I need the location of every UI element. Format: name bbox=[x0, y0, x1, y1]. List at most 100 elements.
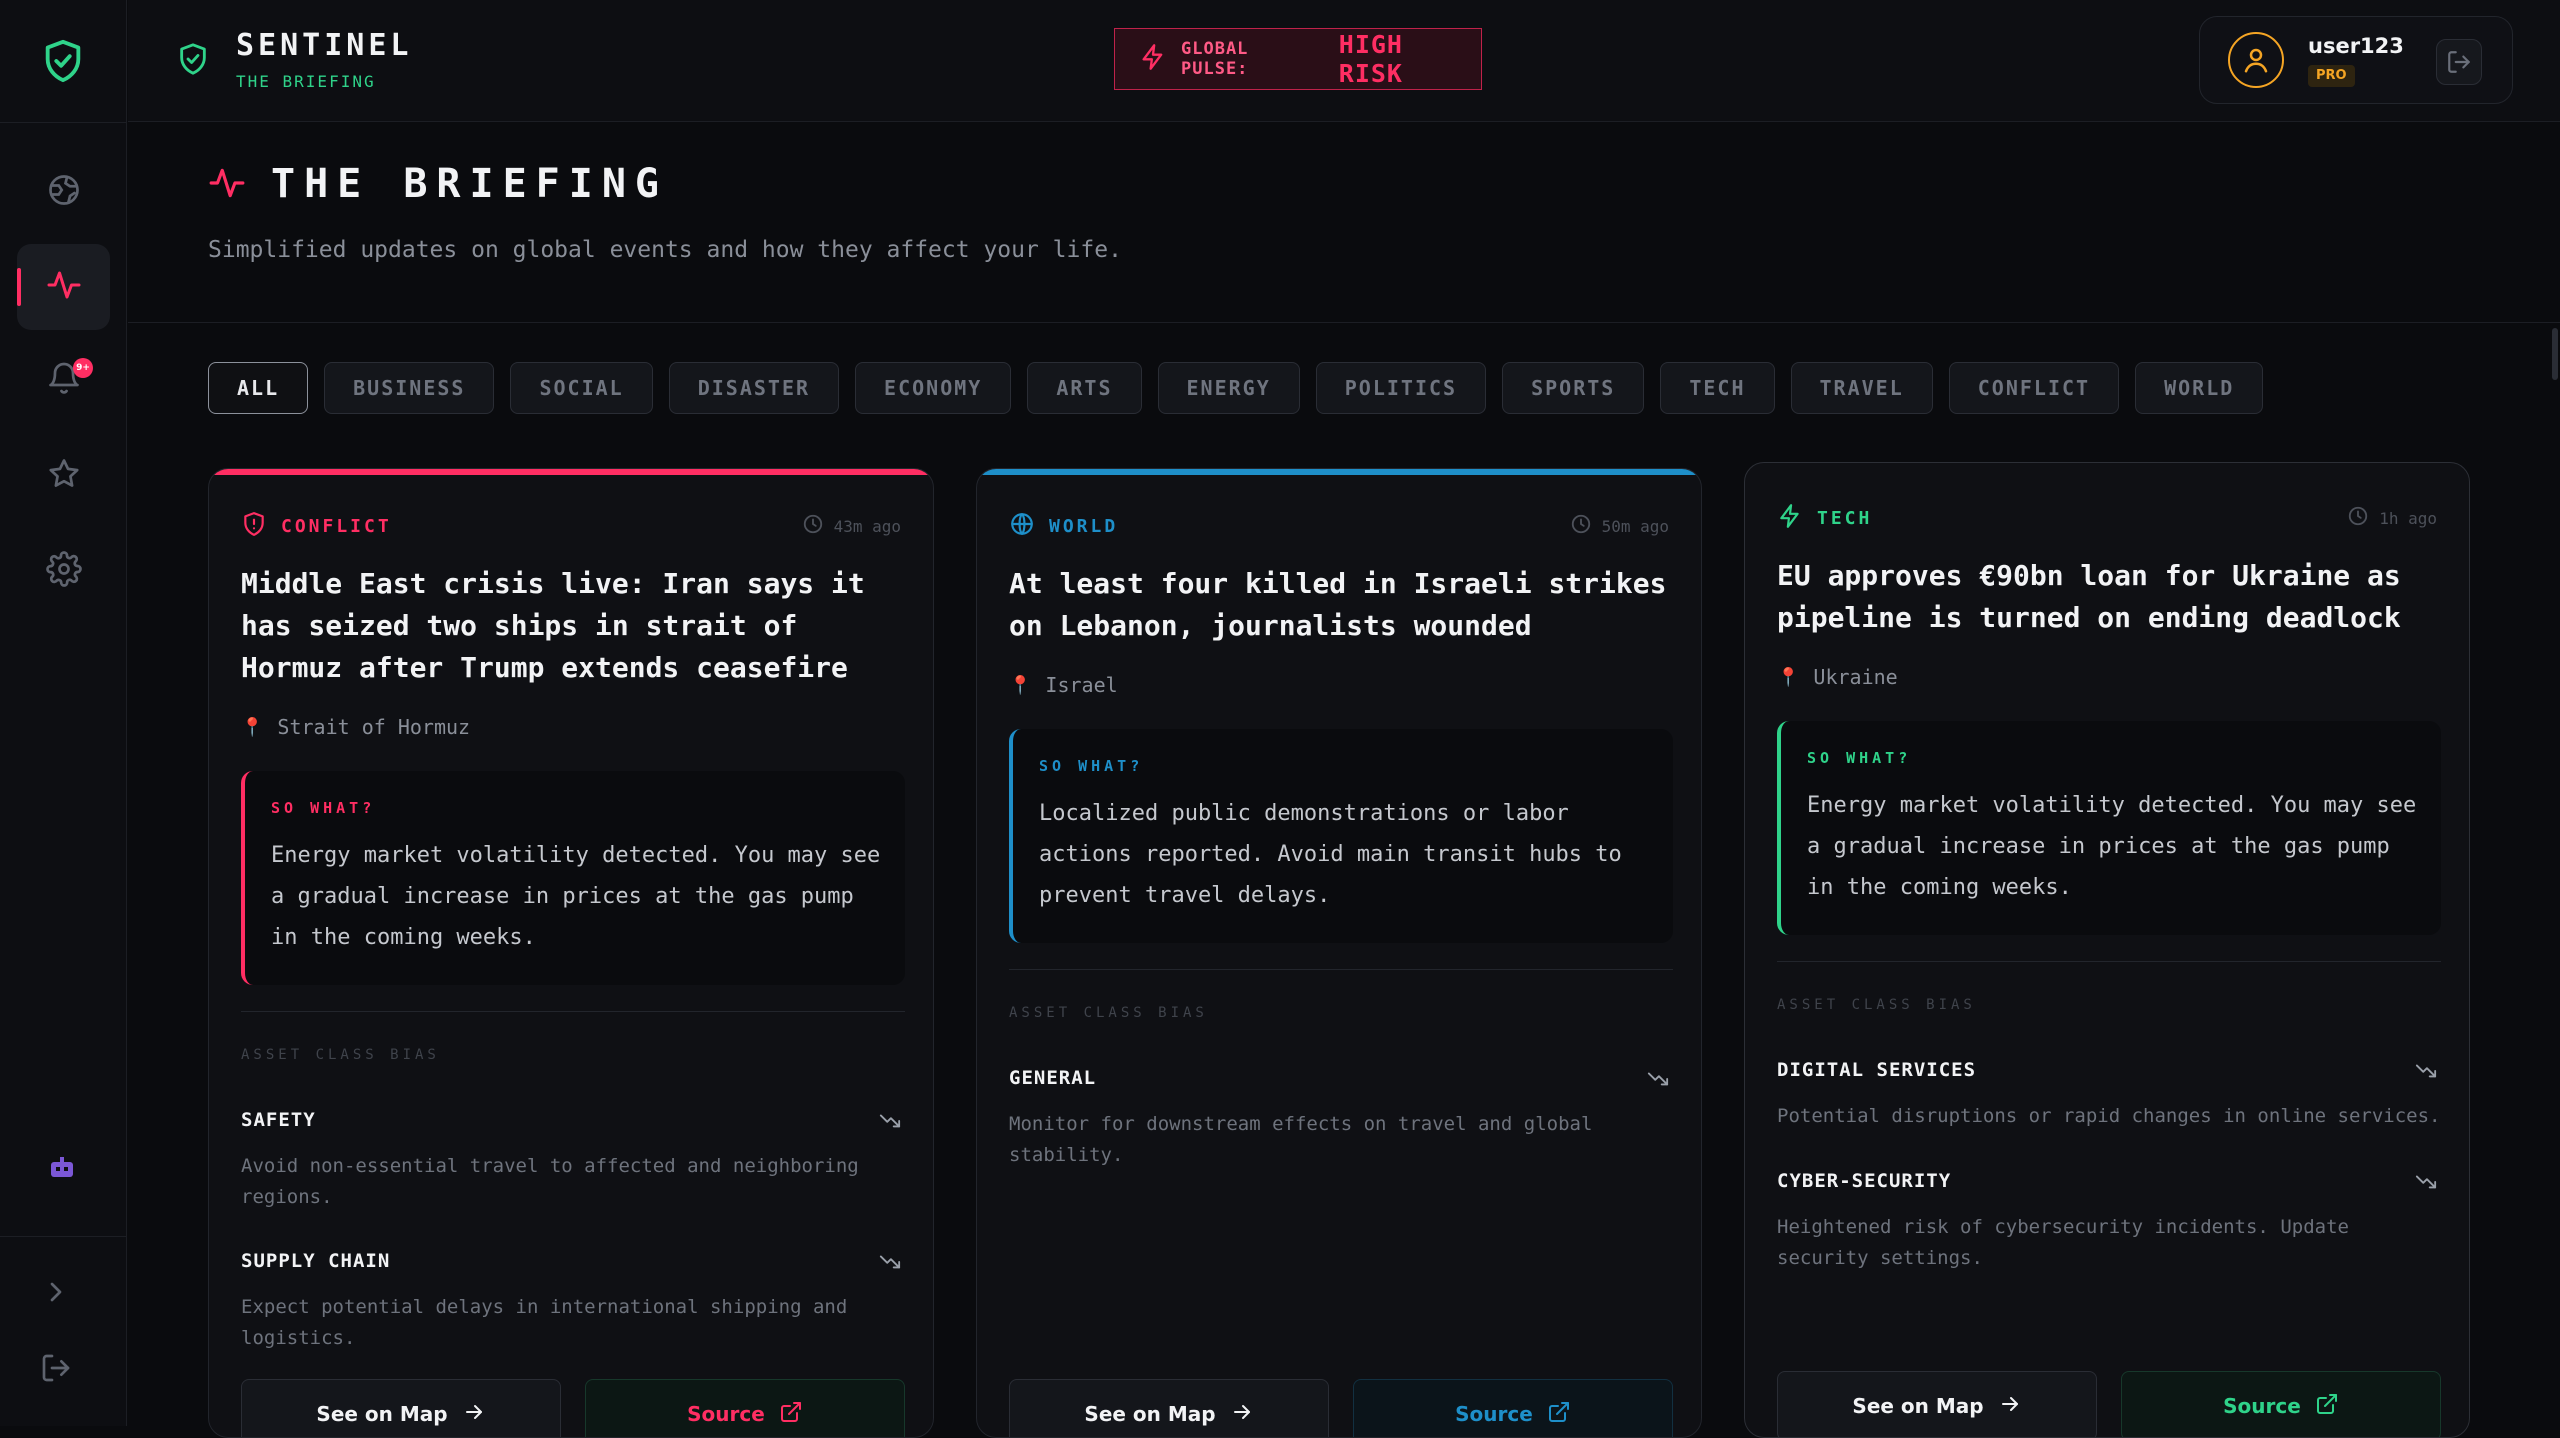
button-label: Source bbox=[687, 1402, 765, 1426]
card-accent-bar bbox=[977, 469, 1701, 475]
page-hero: THE BRIEFING Simplified updates on globa… bbox=[128, 123, 2560, 323]
nav-briefing[interactable] bbox=[17, 244, 110, 330]
card-divider bbox=[1777, 961, 2441, 962]
filter-energy[interactable]: ENERGY bbox=[1157, 362, 1300, 414]
source-button[interactable]: Source bbox=[2121, 1371, 2441, 1437]
sidebar-rail: 9+ bbox=[0, 0, 127, 1426]
asset-description: Avoid non-essential travel to affected a… bbox=[241, 1155, 859, 1208]
source-button[interactable]: Source bbox=[1353, 1379, 1673, 1437]
filter-travel[interactable]: TRAVEL bbox=[1790, 362, 1933, 414]
asset-description: Heightened risk of cybersecurity inciden… bbox=[1777, 1216, 2349, 1269]
arrow-right-icon bbox=[1998, 1392, 2022, 1421]
time-label: 43m ago bbox=[833, 516, 901, 536]
user-icon bbox=[2244, 48, 2268, 73]
asset-description: Expect potential delays in international… bbox=[241, 1296, 848, 1349]
card-title[interactable]: EU approves €90bn loan for Ukraine as pi… bbox=[1777, 555, 2441, 639]
asset-name: SUPPLY CHAIN bbox=[241, 1250, 391, 1272]
globe-icon bbox=[1009, 511, 1035, 542]
card-title[interactable]: Middle East crisis live: Iran says it ha… bbox=[241, 563, 905, 689]
nav-globe[interactable] bbox=[17, 149, 110, 235]
clock-icon bbox=[2347, 505, 2369, 531]
filter-politics[interactable]: POLITICS bbox=[1315, 362, 1487, 414]
card-category: TECH bbox=[1777, 503, 1872, 534]
location-label: Ukraine bbox=[1813, 665, 1898, 689]
button-label: See on Map bbox=[1852, 1394, 1984, 1418]
external-link-icon bbox=[779, 1400, 803, 1429]
nav-notifications[interactable]: 9+ bbox=[17, 338, 110, 424]
card-title[interactable]: At least four killed in Israeli strikes … bbox=[1009, 563, 1673, 647]
asset-name: SAFETY bbox=[241, 1109, 316, 1131]
lightning-icon bbox=[1777, 503, 1803, 534]
so-what-label: SO WHAT? bbox=[1807, 749, 1912, 767]
avatar[interactable] bbox=[2228, 32, 2284, 88]
news-card[interactable]: TECH 1h ago EU approves €90bn loan for U… bbox=[1744, 462, 2470, 1438]
pin-icon: 📍 bbox=[1777, 666, 1800, 688]
card-location: 📍 Strait of Hormuz bbox=[241, 715, 470, 739]
logout-button[interactable] bbox=[2436, 39, 2482, 85]
news-card[interactable]: CONFLICT 43m ago Middle East crisis live… bbox=[208, 468, 934, 1438]
nav-favorites[interactable] bbox=[17, 433, 110, 519]
so-what-box: SO WHAT? Energy market volatility detect… bbox=[1777, 721, 2441, 935]
shield-check-icon bbox=[176, 42, 210, 76]
chevron-right-icon bbox=[50, 1282, 62, 1302]
arrow-right-icon bbox=[462, 1400, 486, 1429]
asset-class-label: ASSET CLASS BIAS bbox=[241, 1047, 440, 1063]
nav-settings[interactable] bbox=[17, 528, 110, 614]
expand-sidebar-button[interactable] bbox=[40, 1276, 72, 1308]
page-title: THE BRIEFING bbox=[271, 161, 668, 207]
logout-icon bbox=[42, 1354, 70, 1382]
button-label: See on Map bbox=[316, 1402, 448, 1426]
filter-all[interactable]: ALL bbox=[208, 362, 309, 414]
filter-economy[interactable]: ECONOMY bbox=[855, 362, 1012, 414]
asset-name: GENERAL bbox=[1009, 1067, 1097, 1089]
user-panel[interactable]: user123 PRO bbox=[2199, 16, 2513, 104]
filter-world[interactable]: WORLD bbox=[2135, 362, 2264, 414]
scrollbar-thumb[interactable] bbox=[2552, 328, 2558, 380]
card-category: CONFLICT bbox=[241, 511, 392, 542]
pulse-label: GLOBAL PULSE: bbox=[1181, 39, 1249, 79]
see-on-map-button[interactable]: See on Map bbox=[241, 1379, 561, 1437]
category-label: WORLD bbox=[1049, 516, 1119, 537]
asset-description: Monitor for downstream effects on travel… bbox=[1009, 1113, 1593, 1166]
page-subtitle: Simplified updates on global events and … bbox=[208, 237, 1122, 263]
trending-down-icon bbox=[879, 1109, 901, 1136]
filter-arts[interactable]: ARTS bbox=[1027, 362, 1142, 414]
bot-icon[interactable] bbox=[48, 1157, 76, 1179]
so-what-text: Energy market volatility detected. You m… bbox=[1807, 793, 2417, 900]
global-pulse-badge[interactable]: GLOBAL PULSE: HIGH RISK bbox=[1114, 28, 1482, 90]
trending-down-icon bbox=[879, 1250, 901, 1277]
pulse-icon bbox=[208, 164, 246, 202]
card-timestamp: 43m ago bbox=[802, 513, 901, 539]
filter-tech[interactable]: TECH bbox=[1660, 362, 1775, 414]
filter-social[interactable]: SOCIAL bbox=[510, 362, 653, 414]
clock-icon bbox=[802, 513, 824, 539]
app-subtitle: THE BRIEFING bbox=[236, 72, 376, 91]
rail-divider bbox=[0, 1236, 127, 1237]
filter-conflict[interactable]: CONFLICT bbox=[1948, 362, 2120, 414]
filter-business[interactable]: BUSINESS bbox=[324, 362, 495, 414]
globe-icon bbox=[46, 172, 82, 212]
clock-icon bbox=[1570, 513, 1592, 539]
shield-logo-icon[interactable] bbox=[40, 38, 86, 84]
see-on-map-button[interactable]: See on Map bbox=[1009, 1379, 1329, 1437]
so-what-text: Localized public demonstrations or labor… bbox=[1039, 801, 1622, 908]
logout-rail-button[interactable] bbox=[40, 1352, 72, 1384]
category-filters: ALL BUSINESS SOCIAL DISASTER ECONOMY ARTS ENER… bbox=[208, 362, 2264, 414]
card-timestamp: 1h ago bbox=[2347, 505, 2437, 531]
filter-disaster[interactable]: DISASTER bbox=[668, 362, 840, 414]
card-accent-bar bbox=[209, 469, 933, 475]
card-timestamp: 50m ago bbox=[1570, 513, 1669, 539]
news-card[interactable]: WORLD 50m ago At least four killed in Is… bbox=[976, 468, 1702, 1438]
source-button[interactable]: Source bbox=[585, 1379, 905, 1437]
top-header: SENTINEL THE BRIEFING GLOBAL PULSE: HIGH… bbox=[128, 0, 2560, 122]
asset-name: DIGITAL SERVICES bbox=[1777, 1059, 1977, 1081]
so-what-box: SO WHAT? Localized public demonstrations… bbox=[1009, 729, 1673, 943]
external-link-icon bbox=[1547, 1400, 1571, 1429]
star-icon bbox=[46, 456, 82, 496]
see-on-map-button[interactable]: See on Map bbox=[1777, 1371, 2097, 1437]
filter-sports[interactable]: SPORTS bbox=[1502, 362, 1645, 414]
gear-icon bbox=[45, 551, 82, 591]
asset-description: Potential disruptions or rapid changes i… bbox=[1777, 1105, 2441, 1127]
external-link-icon bbox=[2315, 1392, 2339, 1421]
card-divider bbox=[241, 1011, 905, 1012]
